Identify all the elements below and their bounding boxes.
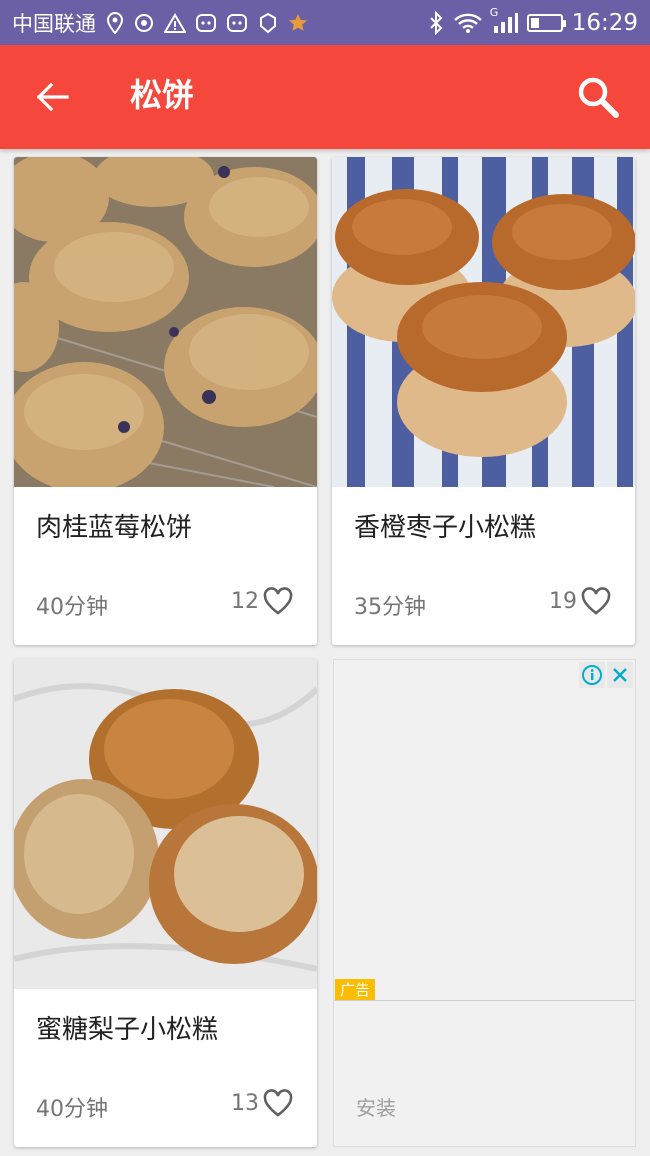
- recipe-image: [14, 659, 317, 989]
- recipe-card[interactable]: 蜜糖梨子小松糕 40分钟 13: [14, 659, 317, 1147]
- carrier-name: 中国联通: [12, 11, 96, 36]
- like-button[interactable]: 13: [231, 1089, 293, 1117]
- star-icon: [289, 13, 307, 31]
- notification-icons: [106, 11, 308, 34]
- ad-card[interactable]: 广告 安装: [333, 659, 636, 1147]
- notification-icon: [196, 13, 216, 32]
- like-button[interactable]: 19: [549, 587, 611, 615]
- hotspot-icon: [135, 13, 153, 32]
- app-bar: 松饼: [0, 45, 650, 149]
- warning-icon: [164, 12, 186, 33]
- search-button[interactable]: [574, 73, 622, 121]
- network-type-label: G: [489, 5, 499, 19]
- search-icon: [578, 77, 619, 118]
- clock: 16:29: [571, 9, 638, 36]
- recipe-card[interactable]: 香橙枣子小松糕 35分钟 19: [332, 157, 635, 645]
- recipe-image: [14, 157, 317, 487]
- recipe-name: 香橙枣子小松糕: [354, 513, 537, 543]
- recipe-card[interactable]: 肉桂蓝莓松饼 40分钟 12: [14, 157, 317, 645]
- recipe-time: 40分钟: [36, 1097, 108, 1122]
- recipe-name: 肉桂蓝莓松饼: [36, 513, 193, 543]
- install-button[interactable]: 安装: [356, 1092, 396, 1121]
- heart-icon: [581, 587, 611, 615]
- like-count: 13: [231, 1090, 259, 1116]
- page-title: 松饼: [130, 76, 195, 114]
- heart-icon: [263, 587, 293, 615]
- recipe-image: [332, 157, 635, 487]
- ad-info-button[interactable]: [579, 662, 605, 688]
- bluetooth-icon: [429, 10, 443, 35]
- like-button[interactable]: 12: [231, 587, 293, 615]
- divider: [334, 1000, 635, 1001]
- hand-icon: [260, 12, 276, 33]
- recipe-name: 蜜糖梨子小松糕: [36, 1015, 219, 1045]
- close-icon: [613, 668, 627, 682]
- status-bar: 中国联通 G 16:29: [0, 0, 650, 45]
- info-icon: [582, 665, 602, 685]
- back-button[interactable]: [30, 75, 74, 119]
- ad-close-button[interactable]: [607, 662, 633, 688]
- arrow-left-icon: [36, 82, 69, 112]
- recipe-time: 35分钟: [354, 595, 426, 620]
- ad-badge: 广告: [335, 979, 376, 1001]
- like-count: 19: [549, 588, 577, 614]
- recipe-time: 40分钟: [36, 595, 108, 620]
- wifi-icon: [453, 13, 482, 33]
- notification-icon: [227, 13, 247, 32]
- heart-icon: [263, 1089, 293, 1117]
- location-icon: [106, 11, 124, 34]
- like-count: 12: [231, 588, 259, 614]
- battery-icon: [526, 13, 566, 32]
